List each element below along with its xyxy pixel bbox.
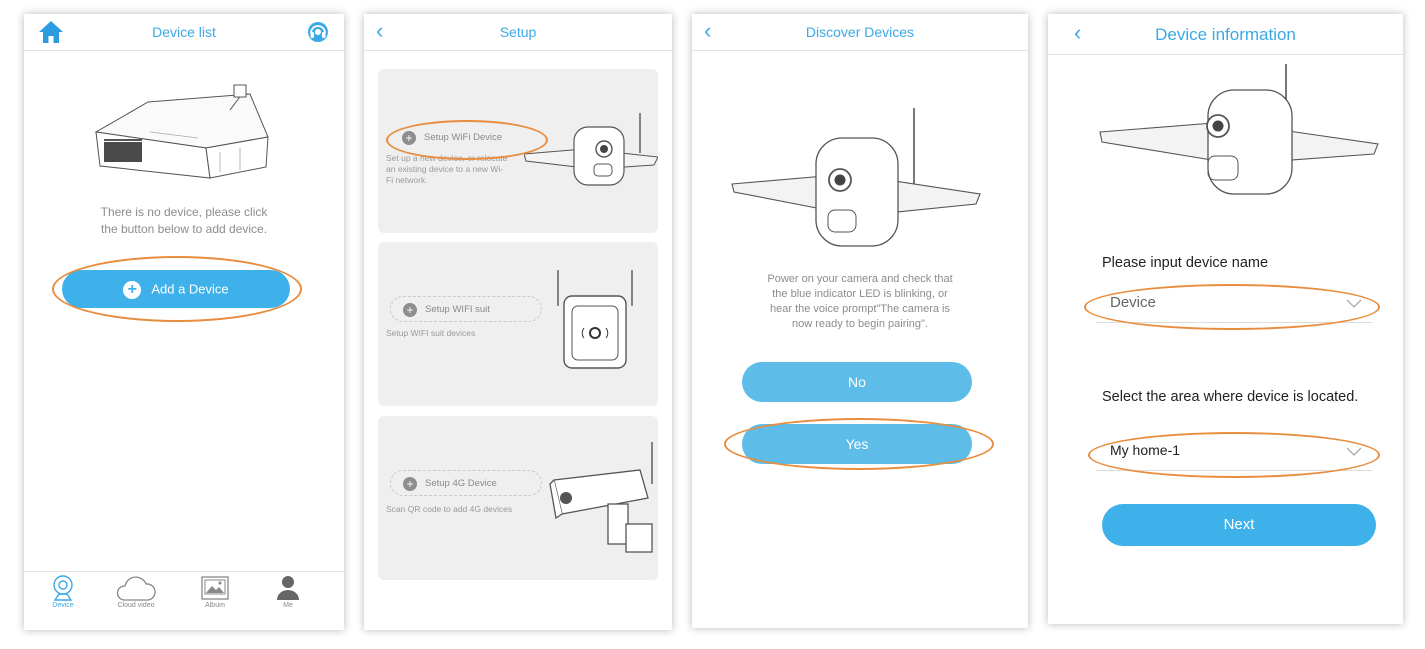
highlight-oval — [1084, 284, 1380, 330]
header: ‹ Device information — [1048, 14, 1403, 55]
setup-wifi-suit-label: Setup WIFI suit — [425, 304, 490, 315]
solar-camera-illustration — [1096, 60, 1382, 203]
setup-wifi-suit-button[interactable]: + Setup WIFI suit — [390, 296, 542, 322]
setup-4g-device-label: Setup 4G Device — [425, 478, 497, 489]
no-button[interactable]: No — [742, 362, 972, 402]
setup-wifi-suit-description: Setup WIFI suit devices — [386, 328, 476, 338]
tab-device[interactable]: Device — [38, 574, 88, 609]
empty-message-line2: the button below to add device. — [100, 222, 268, 236]
instruction-line3: hear the voice prompt"The camera is — [770, 303, 950, 315]
setup-wifi-suit-card[interactable]: + Setup WIFI suit Setup WIFI suit device… — [378, 242, 658, 406]
page-title: Discover Devices — [805, 24, 915, 40]
person-icon — [276, 574, 300, 602]
cloud-icon — [116, 574, 156, 602]
plus-circle-icon: + — [403, 477, 417, 491]
device-list-screen: Device list There is no device, please c… — [24, 14, 344, 630]
tab-album-label: Album — [205, 602, 225, 609]
tab-album[interactable]: Album — [190, 574, 240, 609]
support-headset-icon[interactable] — [306, 20, 330, 49]
setup-screen: ‹ Setup + Setup WiFi Device Set up a new… — [364, 14, 672, 630]
highlight-oval — [724, 418, 994, 470]
empty-message-line1: There is no device, please click — [100, 205, 268, 219]
pairing-instruction: Power on your camera and check that the … — [692, 272, 1028, 332]
nvr-router-illustration — [550, 266, 640, 377]
solar-camera-illustration — [728, 104, 988, 269]
empty-message: There is no device, please click the but… — [24, 204, 344, 238]
camera-icon — [50, 574, 76, 602]
header: ‹ Discover Devices — [692, 14, 1028, 51]
instruction-line1: Power on your camera and check that — [767, 273, 953, 285]
discover-devices-screen: ‹ Discover Devices Power on your camera … — [692, 14, 1028, 628]
tab-me[interactable]: Me — [268, 574, 308, 609]
area-label: Select the area where device is located. — [1102, 389, 1359, 405]
album-icon — [200, 574, 230, 602]
instruction-line4: now ready to begin pairing". — [792, 318, 928, 330]
tab-cloud-video[interactable]: Cloud video — [106, 574, 166, 609]
instruction-line2: the blue indicator LED is blinking, or — [772, 288, 948, 300]
setup-4g-card[interactable]: + Setup 4G Device Scan QR code to add 4G… — [378, 416, 658, 580]
page-title: Setup — [499, 24, 537, 40]
bullet-camera-illustration — [548, 440, 658, 561]
setup-4g-device-button[interactable]: + Setup 4G Device — [390, 470, 542, 496]
header: Device list — [24, 14, 344, 51]
next-button[interactable]: Next — [1102, 504, 1376, 546]
house-illustration — [90, 82, 270, 187]
page-title: Device information — [1155, 25, 1296, 44]
header: ‹ Setup — [364, 14, 672, 51]
bottom-tab-bar: Device Cloud video Album Me — [24, 571, 344, 630]
highlight-oval — [386, 120, 548, 160]
page-title: Device list — [152, 24, 216, 40]
device-name-label: Please input device name — [1102, 255, 1269, 271]
plus-circle-icon: + — [403, 303, 417, 317]
highlight-oval — [1088, 432, 1380, 478]
tab-cloud-video-label: Cloud video — [117, 602, 155, 609]
solar-camera-illustration — [523, 109, 658, 204]
highlight-oval — [52, 256, 302, 322]
device-information-screen: ‹ Device information Please input device… — [1048, 14, 1403, 624]
tab-device-label: Device — [52, 602, 74, 609]
setup-4g-description: Scan QR code to add 4G devices — [386, 504, 513, 514]
tab-me-label: Me — [283, 602, 293, 609]
